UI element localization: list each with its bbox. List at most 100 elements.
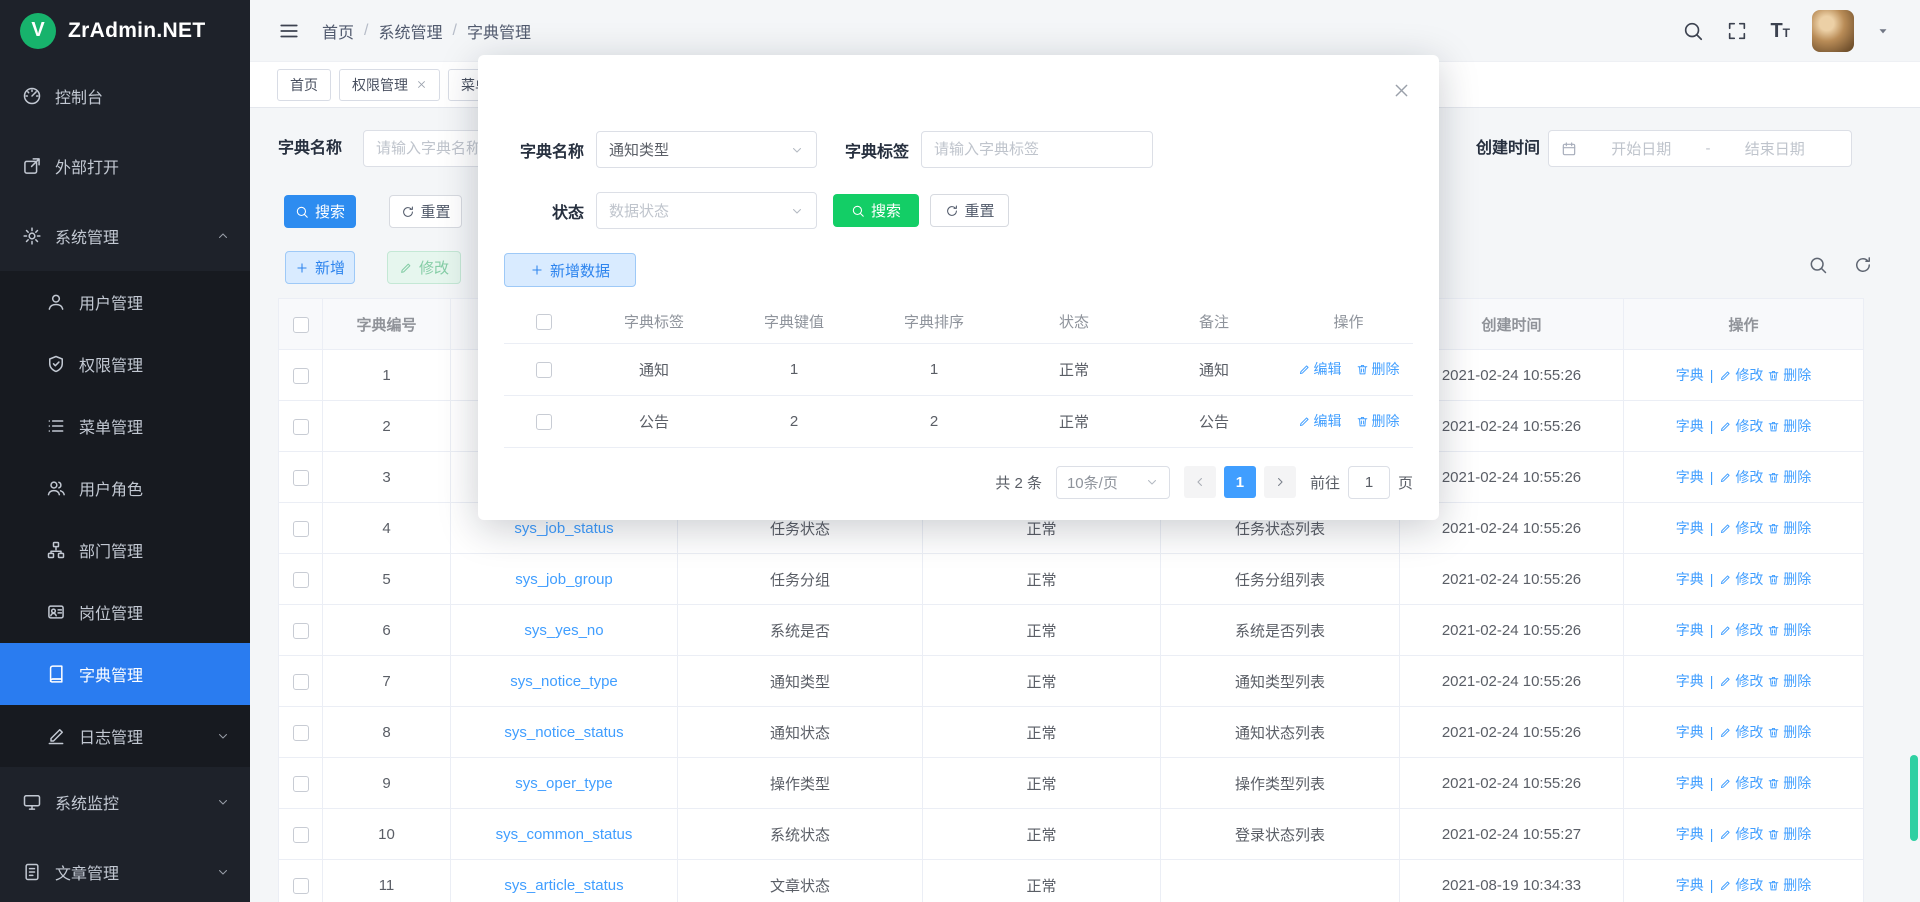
row-delete-link[interactable]: 删除 bbox=[1767, 775, 1811, 791]
dict-data-link[interactable]: 字典 bbox=[1676, 469, 1704, 485]
dict-data-link[interactable]: 字典 bbox=[1676, 775, 1704, 791]
dict-data-link[interactable]: 字典 bbox=[1676, 571, 1704, 587]
reset-button[interactable]: 重置 bbox=[389, 195, 462, 228]
sidebar-item-departments[interactable]: 部门管理 bbox=[0, 519, 250, 581]
dialog-search-button[interactable]: 搜索 bbox=[833, 194, 919, 227]
row-edit-link[interactable]: 修改 bbox=[1719, 673, 1763, 689]
date-range-picker[interactable]: 开始日期 - 结束日期 bbox=[1548, 130, 1852, 167]
row-delete-link[interactable]: 删除 bbox=[1767, 673, 1811, 689]
row-delete-link[interactable]: 删除 bbox=[1767, 724, 1811, 740]
row-delete-link[interactable]: 删除 bbox=[1767, 418, 1811, 434]
row-edit-link[interactable]: 修改 bbox=[1719, 418, 1763, 434]
row-checkbox[interactable] bbox=[293, 776, 309, 792]
sidebar-item-dashboard[interactable]: 控制台 bbox=[0, 61, 250, 131]
row-delete-link[interactable]: 删除 bbox=[1356, 361, 1400, 377]
page-size-select[interactable]: 10条/页 bbox=[1056, 466, 1170, 499]
row-checkbox[interactable] bbox=[293, 725, 309, 741]
font-size-icon[interactable]: TT bbox=[1770, 21, 1790, 41]
row-delete-link[interactable]: 删除 bbox=[1767, 571, 1811, 587]
fullscreen-icon[interactable] bbox=[1726, 20, 1748, 42]
table-search-toggle-icon[interactable] bbox=[1808, 255, 1828, 275]
row-edit-link[interactable]: 修改 bbox=[1719, 520, 1763, 536]
dialog-reset-button[interactable]: 重置 bbox=[930, 194, 1009, 227]
sidebar-item-logs[interactable]: 日志管理 bbox=[0, 705, 250, 767]
dict-data-link[interactable]: 字典 bbox=[1676, 520, 1704, 536]
dict-type-link[interactable]: sys_job_group bbox=[515, 571, 613, 588]
next-page-button[interactable] bbox=[1264, 466, 1296, 498]
dict-type-link[interactable]: sys_notice_type bbox=[510, 673, 618, 690]
dict-data-link[interactable]: 字典 bbox=[1676, 826, 1704, 842]
dict-data-link[interactable]: 字典 bbox=[1676, 877, 1704, 893]
row-checkbox[interactable] bbox=[293, 878, 309, 894]
row-checkbox[interactable] bbox=[536, 362, 552, 378]
dict-type-link[interactable]: sys_oper_type bbox=[515, 775, 613, 792]
row-edit-link[interactable]: 修改 bbox=[1719, 622, 1763, 638]
row-delete-link[interactable]: 删除 bbox=[1767, 469, 1811, 485]
breadcrumb-item[interactable]: 系统管理 bbox=[378, 19, 442, 43]
scrollbar-thumb[interactable] bbox=[1910, 755, 1918, 841]
add-button[interactable]: 新增 bbox=[285, 251, 355, 284]
sidebar-item-menus[interactable]: 菜单管理 bbox=[0, 395, 250, 457]
select-all-checkbox[interactable] bbox=[293, 317, 309, 333]
row-delete-link[interactable]: 删除 bbox=[1767, 367, 1811, 383]
hamburger-icon[interactable] bbox=[278, 20, 300, 42]
row-edit-link[interactable]: 修改 bbox=[1719, 877, 1763, 893]
sidebar-item-external[interactable]: 外部打开 bbox=[0, 131, 250, 201]
tab-权限管理[interactable]: 权限管理 bbox=[339, 69, 440, 101]
search-button[interactable]: 搜索 bbox=[284, 195, 356, 228]
row-checkbox[interactable] bbox=[536, 414, 552, 430]
table-refresh-icon[interactable] bbox=[1853, 255, 1873, 275]
row-checkbox[interactable] bbox=[293, 521, 309, 537]
dict-data-link[interactable]: 字典 bbox=[1676, 418, 1704, 434]
close-icon[interactable] bbox=[1392, 81, 1411, 100]
row-checkbox[interactable] bbox=[293, 572, 309, 588]
dict-label-input[interactable] bbox=[921, 131, 1153, 168]
dict-data-link[interactable]: 字典 bbox=[1676, 622, 1704, 638]
row-edit-link[interactable]: 编辑 bbox=[1298, 413, 1342, 429]
row-delete-link[interactable]: 删除 bbox=[1767, 622, 1811, 638]
row-checkbox[interactable] bbox=[293, 419, 309, 435]
breadcrumb-item[interactable]: 首页 bbox=[322, 19, 354, 43]
dict-type-link[interactable]: sys_job_status bbox=[514, 520, 613, 537]
dict-type-link[interactable]: sys_notice_status bbox=[504, 724, 623, 741]
row-checkbox[interactable] bbox=[293, 674, 309, 690]
sidebar-item-system[interactable]: 系统管理 bbox=[0, 201, 250, 271]
row-edit-link[interactable]: 编辑 bbox=[1298, 361, 1342, 377]
sidebar-item-dictionary[interactable]: 字典管理 bbox=[0, 643, 250, 705]
row-delete-link[interactable]: 删除 bbox=[1356, 413, 1400, 429]
avatar[interactable] bbox=[1812, 10, 1854, 52]
row-delete-link[interactable]: 删除 bbox=[1767, 826, 1811, 842]
row-checkbox[interactable] bbox=[293, 470, 309, 486]
sidebar-item-roles[interactable]: 用户角色 bbox=[0, 457, 250, 519]
dict-data-link[interactable]: 字典 bbox=[1676, 673, 1704, 689]
dict-type-link[interactable]: sys_common_status bbox=[496, 826, 633, 843]
row-edit-link[interactable]: 修改 bbox=[1719, 775, 1763, 791]
prev-page-button[interactable] bbox=[1184, 466, 1216, 498]
row-checkbox[interactable] bbox=[293, 827, 309, 843]
row-edit-link[interactable]: 修改 bbox=[1719, 826, 1763, 842]
select-all-checkbox[interactable] bbox=[536, 314, 552, 330]
current-page-button[interactable]: 1 bbox=[1224, 466, 1256, 498]
row-edit-link[interactable]: 修改 bbox=[1719, 367, 1763, 383]
sidebar-item-monitor[interactable]: 系统监控 bbox=[0, 767, 250, 837]
sidebar-item-users[interactable]: 用户管理 bbox=[0, 271, 250, 333]
sidebar-item-articles[interactable]: 文章管理 bbox=[0, 837, 250, 902]
dict-data-link[interactable]: 字典 bbox=[1676, 724, 1704, 740]
add-data-button[interactable]: 新增数据 bbox=[504, 253, 636, 287]
close-icon[interactable] bbox=[416, 79, 427, 90]
row-delete-link[interactable]: 删除 bbox=[1767, 877, 1811, 893]
row-edit-link[interactable]: 修改 bbox=[1719, 724, 1763, 740]
row-edit-link[interactable]: 修改 bbox=[1719, 469, 1763, 485]
row-checkbox[interactable] bbox=[293, 368, 309, 384]
dict-name-select[interactable]: 通知类型 bbox=[596, 131, 817, 168]
caret-down-icon[interactable] bbox=[1876, 24, 1890, 38]
edit-button[interactable]: 修改 bbox=[387, 251, 461, 284]
sidebar-item-posts[interactable]: 岗位管理 bbox=[0, 581, 250, 643]
search-icon[interactable] bbox=[1682, 20, 1704, 42]
dict-data-link[interactable]: 字典 bbox=[1676, 367, 1704, 383]
row-delete-link[interactable]: 删除 bbox=[1767, 520, 1811, 536]
breadcrumb-item[interactable]: 字典管理 bbox=[467, 19, 531, 43]
row-edit-link[interactable]: 修改 bbox=[1719, 571, 1763, 587]
goto-page-input[interactable] bbox=[1348, 466, 1390, 499]
dict-type-link[interactable]: sys_article_status bbox=[504, 877, 623, 894]
